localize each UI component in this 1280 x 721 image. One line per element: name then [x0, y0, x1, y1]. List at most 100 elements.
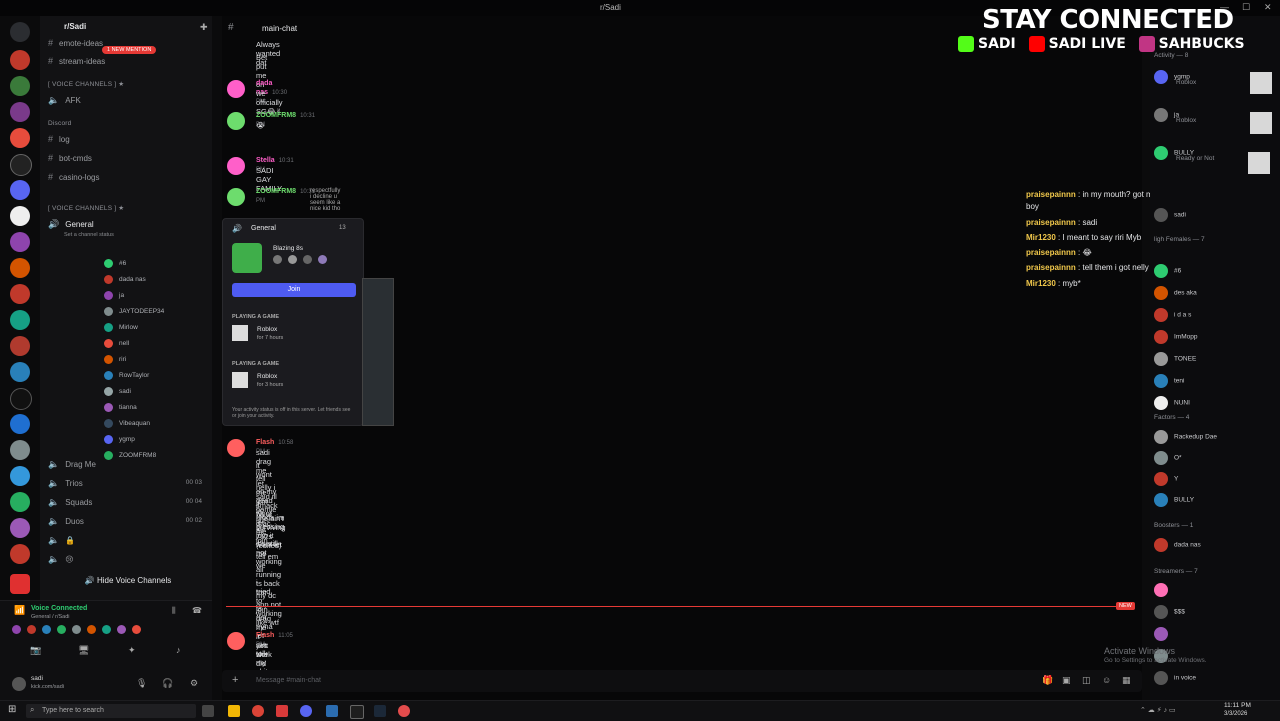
message-author[interactable]: ZOOMFRM8 [256, 112, 296, 119]
message-author[interactable]: Stella [256, 157, 275, 164]
clock-date[interactable]: 3/3/2026 [1224, 711, 1247, 717]
server-icon[interactable] [10, 466, 30, 486]
apps-icon[interactable]: ▦ [1122, 675, 1131, 686]
status-hint[interactable]: Set a channel status [64, 228, 224, 242]
gift-icon[interactable]: 🎁 [1042, 675, 1053, 686]
member-item[interactable] [1154, 627, 1174, 641]
soundboard-icon[interactable]: ♪ [176, 645, 181, 655]
avatar[interactable] [102, 625, 111, 635]
server-icon[interactable] [10, 102, 30, 122]
voice-channel-locked[interactable]: 🔈 🔒 [48, 533, 208, 547]
avatar[interactable] [227, 188, 245, 206]
server-icon[interactable] [10, 154, 32, 176]
maximize-icon[interactable]: ☐ [1242, 2, 1250, 13]
voice-channel-emoji[interactable]: 🔈 😢 [48, 552, 208, 566]
user-avatar[interactable] [12, 677, 26, 691]
member-item[interactable]: sadi [1154, 208, 1186, 222]
disconnect-icon[interactable]: ☎ [192, 606, 202, 615]
avatar[interactable] [227, 112, 245, 130]
join-button[interactable]: Join [232, 283, 356, 297]
avatar[interactable] [87, 625, 96, 635]
server-icon[interactable] [10, 180, 30, 200]
message-author[interactable]: ZOOMFRM8 [256, 188, 296, 195]
member-item[interactable]: teni [1154, 374, 1184, 388]
activities-icon[interactable]: ✦ [128, 645, 136, 656]
avatar[interactable] [227, 157, 245, 175]
member-item[interactable]: NUNI [1154, 396, 1190, 410]
avatar[interactable] [57, 625, 66, 635]
home-icon[interactable] [10, 22, 30, 42]
server-icon[interactable] [10, 440, 30, 460]
file-explorer-icon[interactable] [228, 705, 240, 717]
message-author[interactable]: Flash [256, 632, 274, 639]
member-item[interactable]: O* [1154, 451, 1182, 465]
server-icon[interactable] [10, 284, 30, 304]
attach-plus-icon[interactable]: + [232, 674, 238, 686]
channel-log[interactable]: # log [48, 132, 208, 146]
voice-member[interactable]: nell [104, 337, 129, 351]
server-icon[interactable] [10, 518, 30, 538]
image-attachment[interactable] [362, 278, 394, 426]
hide-voice-channels-button[interactable]: 🔊 Hide Voice Channels [48, 574, 208, 588]
obs-icon[interactable] [350, 705, 364, 719]
message-author[interactable]: Flash [256, 439, 274, 446]
member-item[interactable]: #6 [1154, 264, 1181, 278]
member-item[interactable] [1154, 583, 1174, 597]
start-icon[interactable]: ⊞ [8, 704, 16, 715]
camera-icon[interactable]: 📷 [30, 645, 41, 656]
gif-icon[interactable]: ▣ [1062, 675, 1071, 686]
server-icon[interactable] [10, 414, 30, 434]
voice-member[interactable]: ygmp [104, 433, 135, 447]
new-badge-icon[interactable] [10, 574, 30, 594]
avatar[interactable] [27, 625, 36, 635]
clock-time[interactable]: 11:11 PM [1224, 702, 1251, 709]
avatar[interactable] [72, 625, 81, 635]
microphone-icon[interactable]: 🎙 [136, 678, 147, 689]
server-icon[interactable] [10, 76, 30, 96]
voice-category[interactable]: [ VOICE CHANNELS ] ★ [48, 202, 208, 216]
emoji-icon[interactable]: ☺ [1102, 675, 1111, 685]
server-icon[interactable] [10, 232, 30, 252]
app-icon[interactable] [276, 705, 288, 717]
server-icon[interactable] [10, 362, 30, 382]
server-icon[interactable] [10, 544, 30, 564]
avatar[interactable] [227, 632, 245, 650]
member-item[interactable]: ImMopp [1154, 330, 1197, 344]
voice-member[interactable]: JAYTODEEP34 [104, 305, 164, 319]
channel-stream-ideas[interactable]: # stream-ideas [48, 54, 208, 68]
task-view-icon[interactable] [202, 705, 214, 717]
member-item[interactable]: dada nas [1154, 538, 1201, 552]
member-item[interactable]: i d a s [1154, 308, 1191, 322]
voice-channel-link[interactable]: General / r/Sadi [31, 614, 70, 620]
chrome-icon[interactable] [252, 705, 264, 717]
avatar[interactable] [12, 625, 21, 635]
mention-badge[interactable]: 1 NEW MENTION [102, 46, 157, 54]
member-item[interactable]: BULLY [1154, 493, 1194, 507]
voice-category[interactable]: [ VOICE CHANNELS ] ★ [48, 78, 208, 92]
server-icon[interactable] [10, 336, 30, 356]
settings-gear-icon[interactable]: ⚙ [190, 678, 198, 689]
voice-channel-trios[interactable]: 🔈 Trios 00 03 [48, 476, 208, 490]
voice-member[interactable]: Vibeaquan [104, 417, 150, 431]
voice-member[interactable]: sadi [104, 385, 131, 399]
steam-icon[interactable] [374, 705, 386, 717]
avatar[interactable] [227, 80, 245, 98]
avatar[interactable] [227, 439, 245, 457]
server-icon[interactable] [10, 206, 30, 226]
voice-channel-squads[interactable]: 🔈 Squads 00 04 [48, 495, 208, 509]
screen-share-icon[interactable]: 🖥 [78, 645, 89, 656]
member-item[interactable]: $$$ [1154, 605, 1185, 619]
voice-member[interactable]: #6 [104, 257, 126, 271]
voice-member[interactable]: riri [104, 353, 126, 367]
member-item[interactable]: Rackedup Dae [1154, 430, 1217, 444]
app-icon[interactable] [326, 705, 338, 717]
voice-channel-afk[interactable]: 🔈 AFK [48, 93, 208, 107]
message-input-box[interactable]: + Message #main-chat 🎁 ▣ ◫ ☺ ▦ [222, 670, 1142, 692]
headphones-icon[interactable]: 🎧 [162, 678, 173, 689]
add-friend-icon[interactable]: ✚ [200, 22, 208, 33]
message-input[interactable]: Message #main-chat [256, 677, 321, 684]
taskbar-search[interactable]: Type here to search [26, 704, 196, 718]
discord-icon[interactable] [300, 705, 312, 717]
voice-member[interactable]: dada nas [104, 273, 146, 287]
noise-suppression-icon[interactable]: ⫼ [172, 606, 176, 616]
